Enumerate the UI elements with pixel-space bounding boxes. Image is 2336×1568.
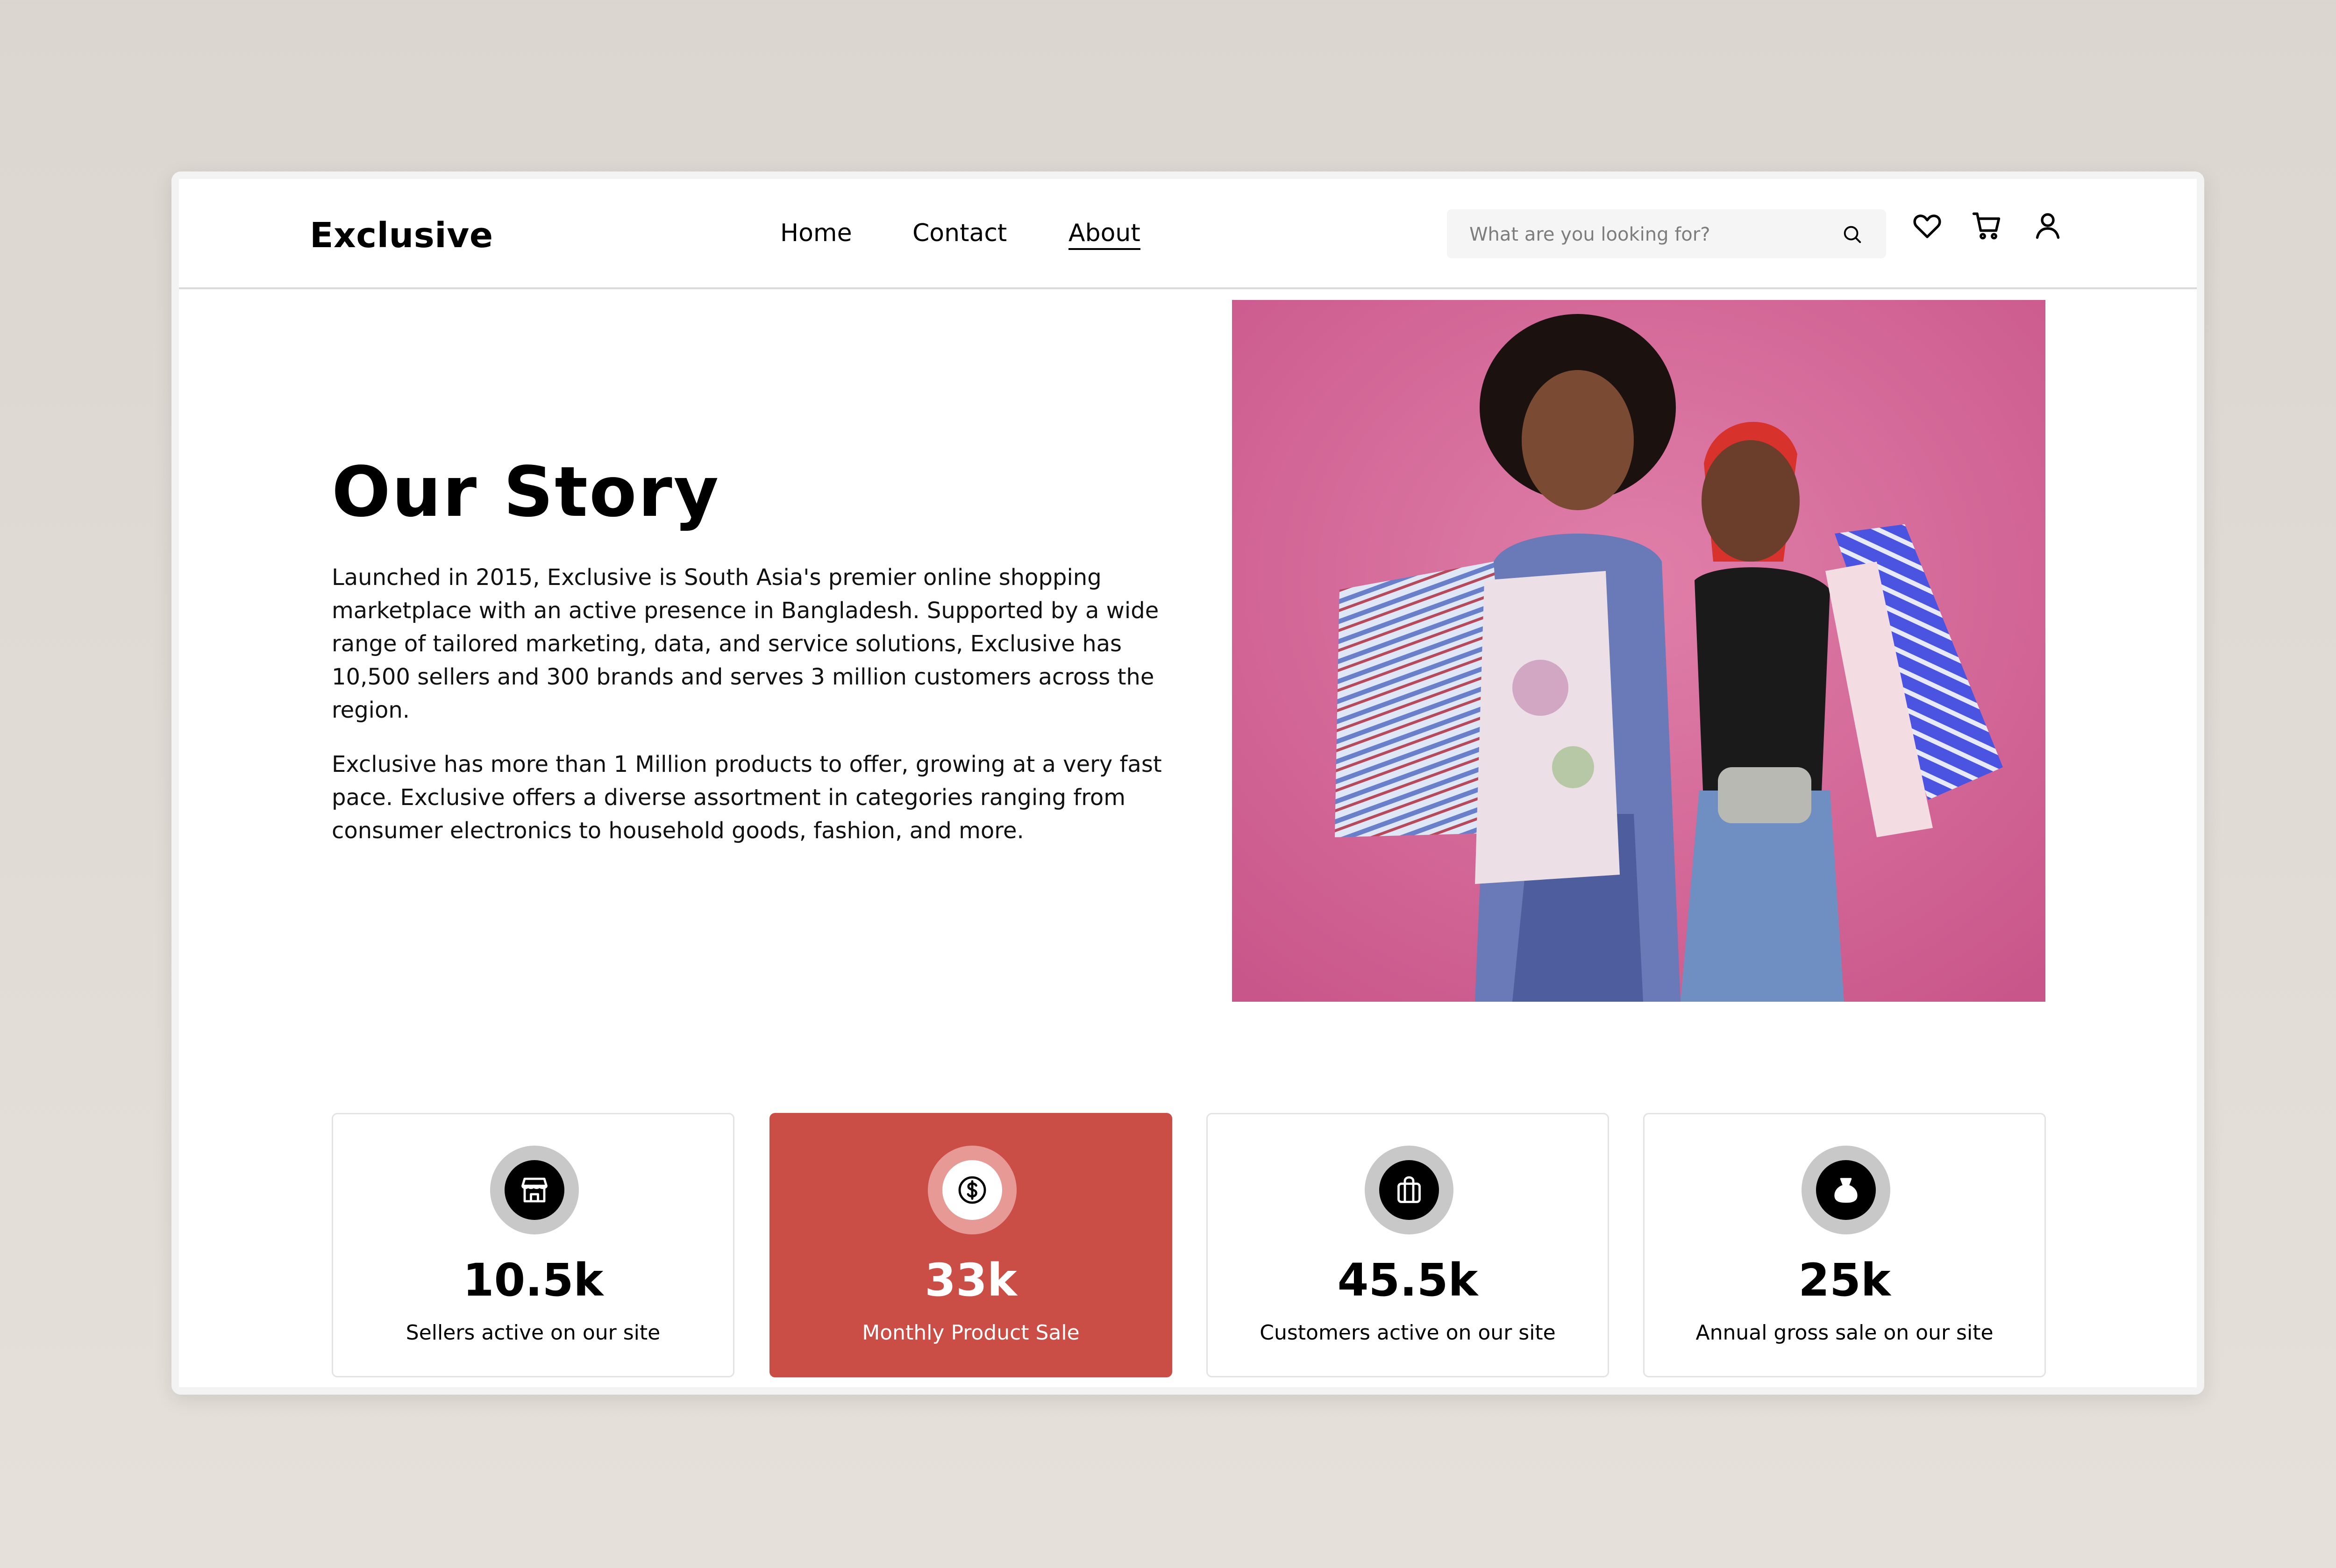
about-page: Exclusive Home Contact About What are yo…: [179, 179, 2197, 1387]
stat-badge: [928, 1146, 1017, 1234]
stat-label: Annual gross sale on our site: [1695, 1321, 1994, 1345]
nav-contact-link[interactable]: Contact: [912, 219, 1007, 247]
stat-card: 10.5k Sellers active on our site: [332, 1113, 734, 1377]
stat-value: 45.5k: [1337, 1254, 1478, 1306]
stat-badge: [490, 1146, 579, 1234]
hero-image: [1232, 300, 2045, 1002]
stat-value: 33k: [925, 1254, 1017, 1306]
stat-label: Customers active on our site: [1260, 1321, 1556, 1345]
search-box: [1447, 209, 1886, 259]
nav-home-link[interactable]: Home: [780, 219, 852, 247]
cart-icon[interactable]: [1970, 209, 2004, 242]
stat-label: Monthly Product Sale: [862, 1321, 1080, 1345]
stat-card: 45.5k Customers active on our site: [1206, 1113, 1609, 1377]
nav-about-link[interactable]: About: [1068, 219, 1140, 250]
stat-badge: [1365, 1146, 1453, 1234]
stat-value: 10.5k: [463, 1254, 604, 1306]
site-header: Exclusive Home Contact About: [179, 179, 2197, 289]
story-paragraph: Exclusive has more than 1 Million produc…: [332, 751, 1162, 844]
search-icon[interactable]: [1841, 223, 1863, 245]
story-paragraph: Launched in 2015, Exclusive is South Asi…: [332, 564, 1159, 723]
user-icon[interactable]: [2031, 209, 2065, 242]
stat-value: 25k: [1798, 1254, 1891, 1306]
stat-card: 25k Annual gross sale on our site: [1643, 1113, 2046, 1377]
story-title: Our Story: [332, 452, 720, 532]
stat-label: Sellers active on our site: [406, 1321, 661, 1345]
search-input[interactable]: [1468, 209, 1825, 259]
stat-badge: [1802, 1146, 1890, 1234]
site-logo[interactable]: Exclusive: [310, 218, 493, 253]
heart-icon[interactable]: [1910, 209, 1944, 242]
browser-frame: Exclusive Home Contact About What are yo…: [171, 171, 2204, 1395]
stat-card-highlighted: 33k Monthly Product Sale: [769, 1113, 1172, 1377]
